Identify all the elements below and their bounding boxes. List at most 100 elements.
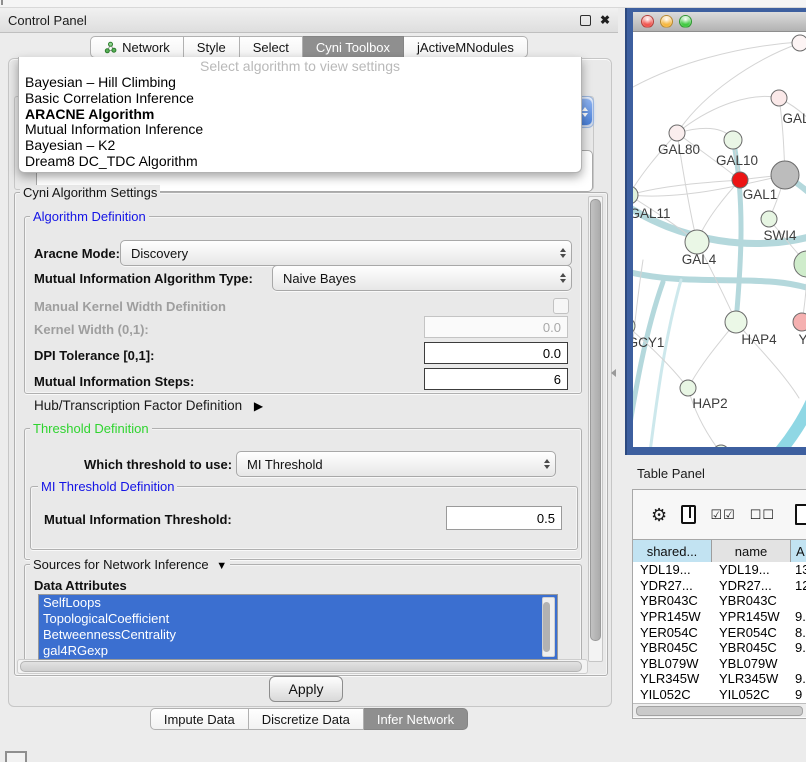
table-cell: YBL079W [633, 656, 712, 671]
network-node[interactable] [771, 161, 799, 189]
network-node-y[interactable] [793, 313, 806, 331]
table-row[interactable]: YDR27...YDR27...12 [633, 578, 806, 594]
settings-hscrollbar-thumb[interactable] [20, 661, 582, 672]
expand-right-icon[interactable]: ▶ [254, 399, 263, 413]
network-node-gal10[interactable] [724, 131, 742, 149]
data-attribute-item[interactable]: SelfLoops [39, 595, 557, 611]
apply-button[interactable]: Apply [269, 676, 343, 702]
node-label-y: Y [798, 332, 806, 347]
manual-kernel-label: Manual Kernel Width Definition [34, 299, 226, 314]
network-node-gal4[interactable] [685, 230, 709, 254]
tab-label: Select [253, 40, 289, 55]
algorithm-option-aracne-algorithm[interactable]: ARACNE Algorithm [19, 107, 581, 123]
table-row[interactable]: YPR145WYPR145W9. [633, 609, 806, 625]
algorithm-option-dream8-dc-tdc-algorithm[interactable]: Dream8 DC_TDC Algorithm [19, 154, 581, 170]
mi-type-label: Mutual Information Algorithm Type: [34, 271, 253, 286]
spinner-arrows-icon [560, 248, 566, 258]
tab-style[interactable]: Style [184, 36, 240, 58]
attributes-scrollbar-thumb[interactable] [543, 602, 550, 652]
threshold-definition-title: Threshold Definition [30, 421, 152, 436]
network-graph[interactable]: GALGAL80GAL10GAL1GAL11SWI4GAL4GCY1HAP4YH… [633, 32, 806, 447]
table-row[interactable]: YBR043CYBR043C [633, 593, 806, 609]
network-node-gal1[interactable] [732, 172, 748, 188]
table-cell: YIL052C [712, 687, 791, 702]
network-edge[interactable] [688, 322, 736, 388]
column-header-a[interactable]: A [791, 540, 806, 563]
tab-impute-data[interactable]: Impute Data [150, 708, 249, 730]
columns-icon[interactable] [681, 505, 696, 524]
minimize-button[interactable] [660, 15, 673, 28]
network-node-swi4[interactable] [761, 211, 777, 227]
table-row[interactable]: YDL19...YDL19...13 [633, 562, 806, 578]
close-button[interactable] [641, 15, 654, 28]
table-hscrollbar[interactable] [633, 703, 806, 717]
hub-definition-toggle[interactable]: Hub/Transcription Factor Definition ▶ [34, 398, 263, 413]
kernel-width-input[interactable]: 0.0 [424, 316, 568, 338]
aracne-mode-select[interactable]: Discovery [120, 240, 572, 266]
data-attribute-item[interactable]: TopologicalCoefficient [39, 611, 557, 627]
collapse-down-icon[interactable]: ▼ [216, 560, 227, 572]
data-attribute-item[interactable]: BetweennessCentrality [39, 627, 557, 643]
table-row[interactable]: YBR045CYBR045C9. [633, 640, 806, 656]
column-header-name[interactable]: name [712, 540, 791, 563]
settings-hscrollbar[interactable] [17, 659, 588, 674]
tab-jactivemnodules[interactable]: jActiveMNodules [404, 36, 528, 58]
network-node-gal11[interactable] [633, 186, 638, 204]
settings-scrollbar[interactable] [588, 196, 603, 662]
algorithm-option-bayesian-hill-climbing[interactable]: Bayesian – Hill Climbing [19, 75, 581, 91]
dpi-tolerance-label: DPI Tolerance [0,1]: [34, 348, 154, 363]
algorithm-option-bayesian-k2[interactable]: Bayesian – K2 [19, 138, 581, 154]
network-edge[interactable] [734, 144, 741, 322]
table-row[interactable]: YBL079WYBL079W [633, 656, 806, 672]
table-cell: YLR345W [712, 671, 791, 686]
network-edge[interactable] [771, 390, 806, 447]
which-threshold-select[interactable]: MI Threshold [236, 451, 556, 477]
network-node[interactable] [792, 35, 806, 51]
table-row[interactable]: YER054CYER054C8. [633, 624, 806, 640]
data-attributes-list[interactable]: SelfLoopsTopologicalCoefficientBetweenne… [38, 594, 558, 660]
mi-steps-input[interactable]: 6 [424, 368, 568, 390]
column-header-shared[interactable]: shared... [633, 540, 712, 563]
network-edge[interactable] [633, 42, 799, 94]
select-all-checkboxes-icon[interactable]: ☑☑ [710, 507, 735, 523]
manual-kernel-checkbox[interactable] [553, 298, 569, 314]
network-canvas[interactable]: GALGAL80GAL10GAL1GAL11SWI4GAL4GCY1HAP4YH… [633, 32, 806, 447]
tab-cyni-toolbox[interactable]: Cyni Toolbox [303, 36, 404, 58]
mi-threshold-input[interactable]: 0.5 [446, 506, 562, 530]
dpi-tolerance-input[interactable]: 0.0 [424, 342, 568, 364]
network-node[interactable] [794, 251, 806, 277]
network-node-hap2[interactable] [680, 380, 696, 396]
attributes-scrollbar[interactable] [542, 597, 555, 657]
settings-scrollbar-thumb[interactable] [590, 199, 601, 641]
close-icon[interactable]: ✖ [600, 14, 610, 26]
kernel-width-label: Kernel Width (0,1): [34, 322, 149, 337]
network-node-gal80[interactable] [669, 125, 685, 141]
algorithm-option-basic-correlation-inference[interactable]: Basic Correlation Inference [19, 91, 581, 107]
data-attribute-item[interactable]: gal4RGexp [39, 643, 557, 659]
tab-network[interactable]: Network [90, 36, 184, 58]
tab-discretize-data[interactable]: Discretize Data [249, 708, 364, 730]
dropdown-prompt: Select algorithm to view settings [19, 57, 581, 75]
node-label-gcy1: GCY1 [633, 335, 664, 350]
table-row[interactable]: YIL052CYIL052C9 [633, 687, 806, 703]
network-node-hap4[interactable] [725, 311, 747, 333]
zoom-button[interactable] [679, 15, 692, 28]
split-pane-arrow[interactable] [611, 369, 616, 377]
float-window-icon[interactable] [580, 15, 591, 26]
tab-select[interactable]: Select [240, 36, 303, 58]
network-edge[interactable] [677, 96, 779, 133]
table-row[interactable]: YLR345WYLR345W9. [633, 671, 806, 687]
mi-algorithm-type-select[interactable]: Naive Bayes [272, 265, 572, 291]
which-threshold-label: Which threshold to use: [84, 457, 232, 472]
algorithm-option-mutual-information-inference[interactable]: Mutual Information Inference [19, 122, 581, 138]
network-edge[interactable] [633, 282, 663, 447]
network-node[interactable] [771, 90, 787, 106]
table-panel-title: Table Panel [637, 466, 705, 481]
table-cell: YBL079W [712, 656, 791, 671]
table-hscrollbar-thumb[interactable] [636, 706, 803, 716]
gear-icon[interactable]: ⚙ [651, 506, 667, 524]
document-icon[interactable] [795, 504, 806, 525]
docked-panel-icon[interactable] [5, 751, 27, 762]
deselect-all-checkboxes-icon[interactable]: ☐☐ [750, 507, 775, 523]
tab-infer-network[interactable]: Infer Network [364, 708, 468, 730]
